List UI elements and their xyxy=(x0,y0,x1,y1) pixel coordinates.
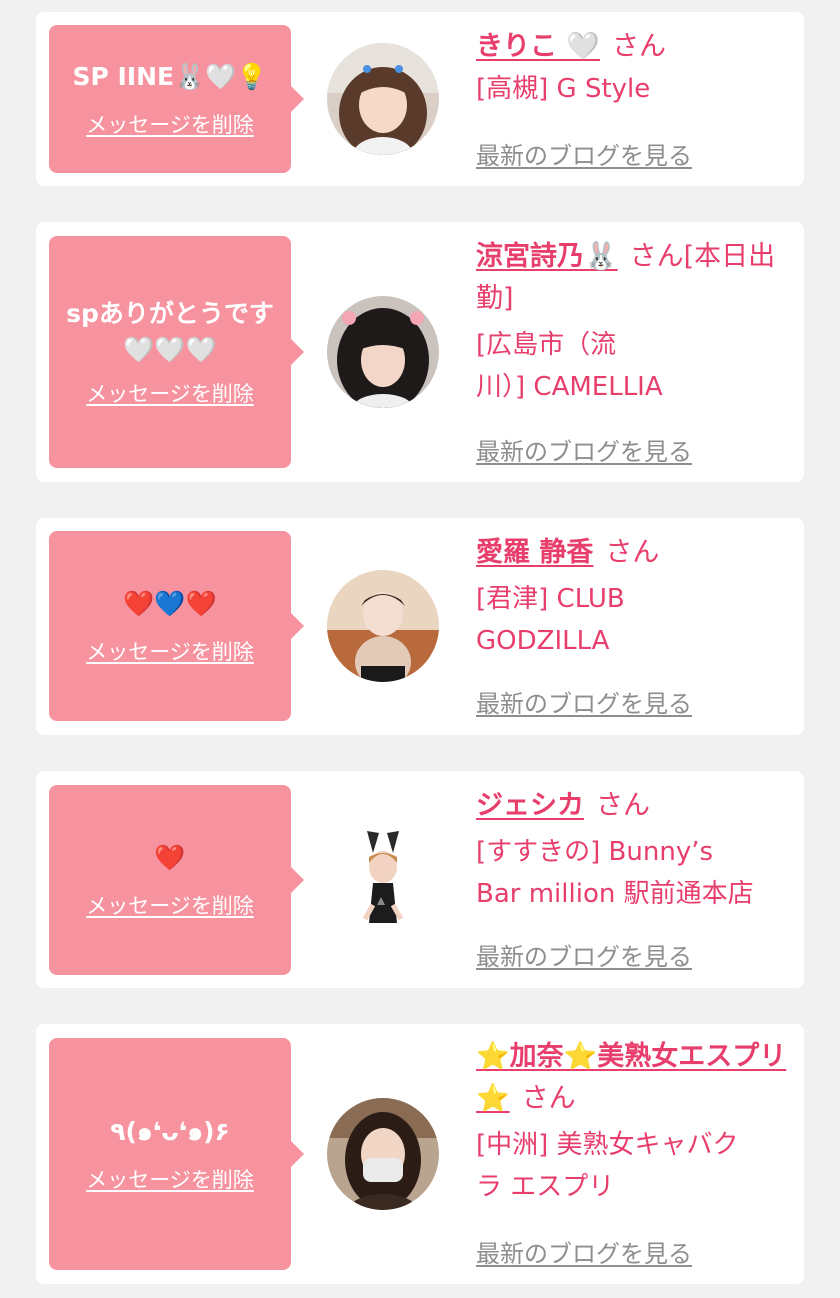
message-card: SP IINE🐰🤍💡 メッセージを削除 きりこ 🤍 さん [高槻] G Style… xyxy=(36,12,804,186)
cast-info: ⭐加奈⭐美熟女エスプリ⭐ さん [中洲] 美熟女キャバク ラ エスプリ xyxy=(476,1036,794,1208)
san-label: さん xyxy=(521,1083,576,1114)
shop-info-line: [君津] CLUB xyxy=(476,584,625,614)
delete-message-link[interactable]: メッセージを削除 xyxy=(86,890,254,920)
san-label: さん xyxy=(612,31,667,62)
message-bubble: spありがとうです 🤍🤍🤍 メッセージを削除 xyxy=(49,236,304,468)
cast-name-link[interactable]: 涼宮詩乃🐰 xyxy=(476,241,618,272)
message-bubble: ٩(๑❛ᴗ❛๑)۶ メッセージを削除 xyxy=(49,1038,304,1270)
cast-info: 愛羅 静香 さん [君津] CLUB GODZILLA xyxy=(476,532,794,662)
cast-name-link[interactable]: きりこ 🤍 xyxy=(476,31,600,62)
message-card: ٩(๑❛ᴗ❛๑)۶ メッセージを削除 ⭐加奈⭐美熟女エスプリ⭐ さん [中洲] 美… xyxy=(36,1024,804,1284)
shop-info: [広島市（流 川）] CAMELLIA xyxy=(476,324,794,408)
cast-info: ジェシカ さん [すすきの] Bunny’s Bar million 駅前通本店 xyxy=(476,785,794,915)
shop-info: [すすきの] Bunny’s Bar million 駅前通本店 xyxy=(476,831,794,915)
cast-name-link[interactable]: ジェシカ xyxy=(476,790,584,821)
shop-info-line: 川）] CAMELLIA xyxy=(476,372,663,402)
message-bubble: ❤️💙❤️ メッセージを削除 xyxy=(49,531,304,721)
latest-blog-link[interactable]: 最新のブログを見る xyxy=(476,937,692,972)
message-card: ❤️ メッセージを削除 ジェシカ さん [すすきの] Bunny’s Bar m… xyxy=(36,771,804,988)
shop-info-line: GODZILLA xyxy=(476,626,610,656)
message-text-line: 🤍🤍🤍 xyxy=(123,335,217,364)
san-label: さん xyxy=(605,537,660,568)
shop-info-line: Bar million 駅前通本店 xyxy=(476,879,754,909)
message-text: spありがとうです 🤍🤍🤍 xyxy=(66,296,274,369)
shop-info: [君津] CLUB GODZILLA xyxy=(476,578,794,662)
shop-info: [中洲] 美熟女キャバク ラ エスプリ xyxy=(476,1124,794,1208)
message-card: ❤️💙❤️ メッセージを削除 愛羅 静香 さん [君津] CLUB GODZILL… xyxy=(36,518,804,735)
message-bubble: SP IINE🐰🤍💡 メッセージを削除 xyxy=(49,25,304,173)
san-label: さん xyxy=(629,241,684,272)
delete-message-link[interactable]: メッセージを削除 xyxy=(86,109,254,139)
delete-message-link[interactable]: メッセージを削除 xyxy=(86,1164,254,1194)
message-text: ٩(๑❛ᴗ❛๑)۶ xyxy=(110,1116,230,1146)
shop-info: [高槻] G Style xyxy=(476,74,651,104)
shop-info-line: ラ エスプリ xyxy=(476,1172,615,1202)
cast-info: 涼宮詩乃🐰 さん[本日出勤] [広島市（流 川）] CAMELLIA xyxy=(476,236,794,408)
avatar[interactable] xyxy=(327,296,439,408)
delete-message-link[interactable]: メッセージを削除 xyxy=(86,378,254,408)
message-text: SP IINE🐰🤍💡 xyxy=(72,61,268,91)
message-list: SP IINE🐰🤍💡 メッセージを削除 きりこ 🤍 さん [高槻] G Style… xyxy=(0,0,840,1298)
shop-info-line: [広島市（流 xyxy=(476,330,617,360)
message-card: spありがとうです 🤍🤍🤍 メッセージを削除 涼宮詩乃🐰 さん[本日出勤] [広島… xyxy=(36,222,804,482)
avatar[interactable] xyxy=(327,823,439,935)
avatar[interactable] xyxy=(327,43,439,155)
message-bubble: ❤️ メッセージを削除 xyxy=(49,785,304,975)
message-text-line: spありがとうです xyxy=(66,298,274,328)
avatar[interactable] xyxy=(327,570,439,682)
latest-blog-link[interactable]: 最新のブログを見る xyxy=(476,432,692,467)
san-label: さん xyxy=(596,790,650,821)
cast-name-link[interactable]: 愛羅 静香 xyxy=(476,537,593,568)
latest-blog-link[interactable]: 最新のブログを見る xyxy=(476,1234,692,1269)
cast-info: きりこ 🤍 さん [高槻] G Style xyxy=(476,26,794,110)
message-text: ❤️💙❤️ xyxy=(123,588,217,618)
shop-info-line: [中洲] 美熟女キャバク xyxy=(476,1130,739,1160)
latest-blog-link[interactable]: 最新のブログを見る xyxy=(476,136,692,171)
shop-info-line: [すすきの] Bunny’s xyxy=(476,837,714,867)
latest-blog-link[interactable]: 最新のブログを見る xyxy=(476,684,692,719)
avatar[interactable] xyxy=(327,1098,439,1210)
delete-message-link[interactable]: メッセージを削除 xyxy=(86,636,254,666)
message-text: ❤️ xyxy=(154,842,186,872)
